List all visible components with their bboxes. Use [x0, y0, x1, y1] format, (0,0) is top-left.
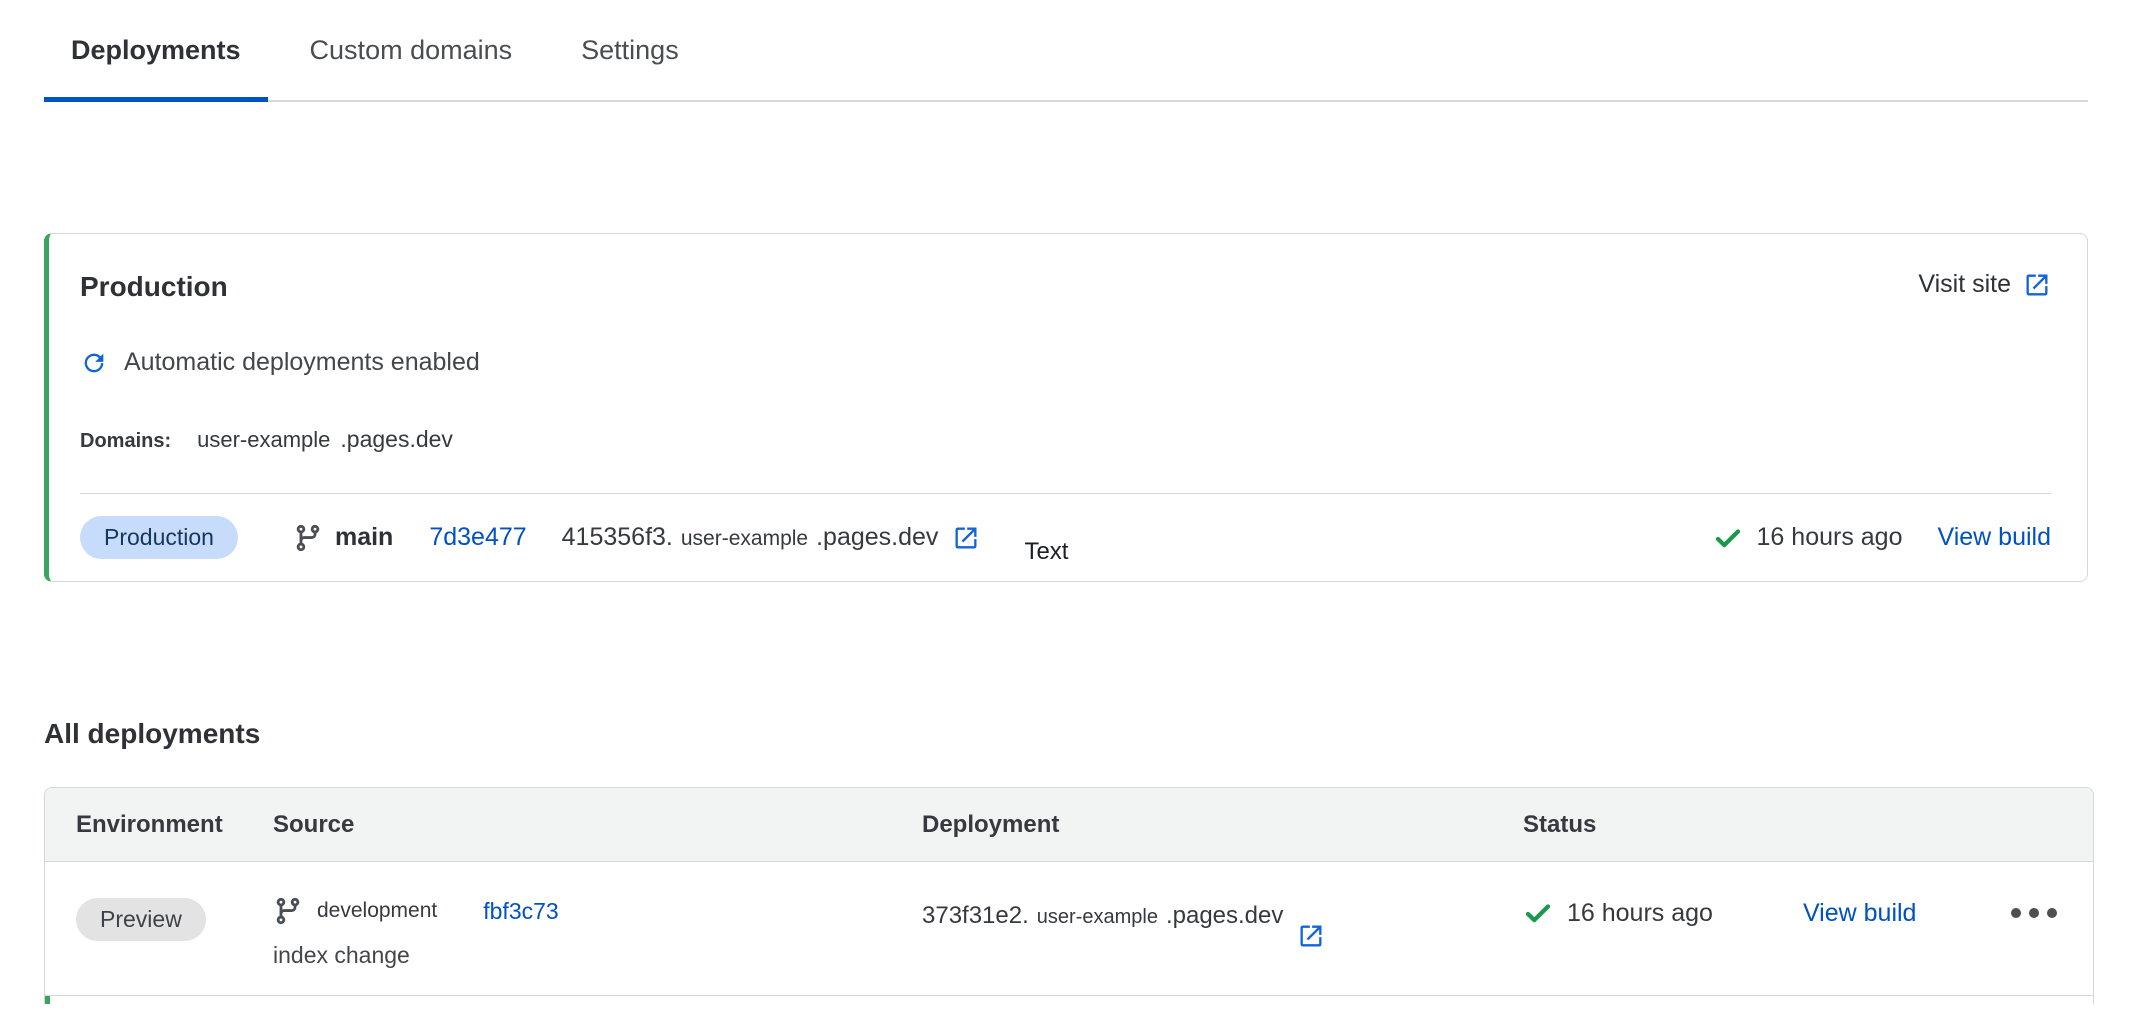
- branch-name: development: [317, 899, 437, 923]
- tab-custom-domains[interactable]: Custom domains: [283, 0, 540, 100]
- status-cell: 16 hours ago View build: [1523, 896, 2093, 928]
- pages-project-deployments-view: Deployments Custom domains Settings Prod…: [0, 0, 2132, 1012]
- commit-message: index change: [273, 940, 922, 970]
- tab-label: Custom domains: [310, 35, 513, 66]
- commit-link[interactable]: 7d3e477: [429, 523, 526, 552]
- visit-site-label: Visit site: [1918, 270, 2011, 299]
- visit-site-link[interactable]: Visit site: [1918, 270, 2051, 299]
- external-link-icon[interactable]: [1297, 922, 1325, 950]
- branch-name: main: [335, 523, 393, 552]
- table-row-partial: [45, 996, 2093, 1004]
- column-header-status: Status: [1523, 811, 2093, 839]
- source-cell: development fbf3c73 index change: [273, 896, 922, 970]
- environment-badge: Preview: [76, 898, 206, 941]
- deployment-url: 415356f3. user-example .pages.dev: [562, 523, 939, 552]
- production-card-header: Production Visit site: [80, 270, 2051, 304]
- deployment-url-suffix: .pages.dev: [816, 523, 938, 552]
- external-link-icon: [2023, 271, 2051, 299]
- deployment-url-name: user-example: [681, 527, 808, 551]
- deployment-url-prefix: 415356f3.: [562, 523, 673, 552]
- domain-name: user-example: [197, 427, 330, 453]
- production-title: Production: [80, 270, 228, 304]
- view-build-link[interactable]: View build: [1803, 899, 1917, 928]
- tab-settings[interactable]: Settings: [554, 0, 706, 100]
- environment-cell: Preview: [76, 896, 273, 970]
- domains-row: Domains: user-example .pages.dev: [80, 426, 2051, 453]
- production-deployment-row: Production main 7d3e477 415356f3. user-e…: [49, 494, 2087, 581]
- column-header-source: Source: [273, 811, 922, 839]
- deployment-url-name: user-example: [1037, 906, 1158, 929]
- status-time: 16 hours ago: [1567, 899, 1713, 928]
- table-header-row: Environment Source Deployment Status: [45, 788, 2093, 862]
- git-branch-icon: [273, 896, 303, 926]
- commit-link[interactable]: fbf3c73: [483, 898, 558, 925]
- auto-deployments-status: Automatic deployments enabled: [80, 348, 2051, 377]
- deployment-url-suffix: .pages.dev: [1166, 902, 1283, 930]
- column-header-deployment: Deployment: [922, 811, 1523, 839]
- domains-label: Domains:: [80, 430, 171, 453]
- column-header-environment: Environment: [76, 811, 273, 839]
- deployment-url-prefix: 373f31e2.: [922, 902, 1029, 930]
- view-build-link[interactable]: View build: [1937, 523, 2051, 552]
- check-icon: [1523, 898, 1553, 928]
- git-branch-icon: [293, 523, 323, 553]
- domain-suffix: .pages.dev: [340, 426, 453, 453]
- more-options-icon[interactable]: [2009, 898, 2059, 928]
- production-card-top: Production Visit site Automatic deployme…: [49, 234, 2087, 494]
- refresh-icon: [80, 349, 108, 377]
- tab-label: Settings: [581, 35, 679, 66]
- tab-bar: Deployments Custom domains Settings: [44, 0, 2088, 102]
- environment-badge: Production: [80, 516, 238, 559]
- tab-deployments[interactable]: Deployments: [44, 0, 268, 100]
- all-deployments-table: Environment Source Deployment Status Pre…: [44, 787, 2094, 1004]
- deployment-cell: 373f31e2. user-example .pages.dev: [922, 896, 1523, 970]
- deployment-status: 16 hours ago View build: [1713, 523, 2051, 553]
- auto-deployments-text: Automatic deployments enabled: [124, 348, 480, 377]
- tab-label: Deployments: [71, 35, 241, 66]
- external-link-icon[interactable]: [952, 524, 980, 552]
- all-deployments-heading: All deployments: [44, 717, 2088, 751]
- table-row: Preview development fbf3c73 index change…: [45, 862, 2093, 995]
- status-time: 16 hours ago: [1757, 523, 1903, 552]
- deployment-note: Text: [1024, 538, 1068, 566]
- check-icon: [1713, 523, 1743, 553]
- production-card: Production Visit site Automatic deployme…: [44, 233, 2088, 582]
